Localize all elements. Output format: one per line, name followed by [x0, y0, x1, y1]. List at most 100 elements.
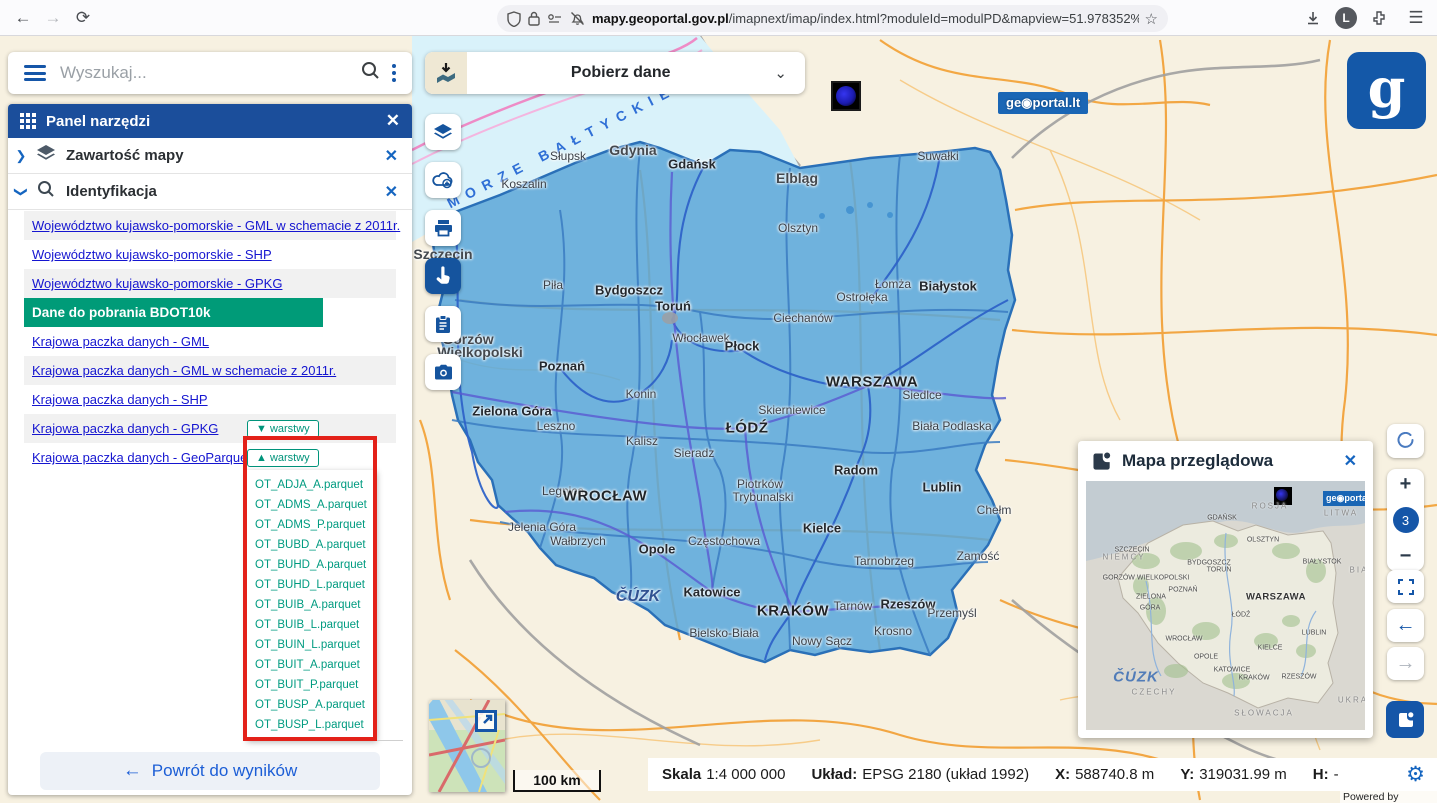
account-avatar[interactable]: L: [1335, 7, 1357, 29]
parquet-layer-item[interactable]: OT_BUIT_A.parquet: [255, 655, 377, 675]
chevron-down-icon[interactable]: ❯: [13, 179, 29, 205]
search-icon[interactable]: [361, 61, 380, 86]
status-bar: Skala1:4 000 000 Układ:EPSG 2180 (układ …: [648, 758, 1437, 791]
overview-city-label: WARSZAWA: [1246, 592, 1306, 603]
overview-country-label: ROSJA: [1252, 502, 1289, 511]
browser-menu-icon[interactable]: ☰: [1401, 8, 1431, 28]
print-button[interactable]: [425, 210, 461, 246]
result-link[interactable]: Województwo kujawsko-pomorskie - SHP: [32, 247, 272, 262]
lock-icon[interactable]: [528, 11, 540, 26]
crs-readout: Układ:EPSG 2180 (układ 1992): [811, 766, 1029, 783]
overview-city-label: GORZÓW WIELKOPOLSKI: [1103, 575, 1190, 582]
chevron-right-icon[interactable]: ❯: [8, 148, 34, 164]
parquet-layer-item[interactable]: OT_BUBD_A.parquet: [255, 535, 377, 555]
layers-toggle-button-collapsed[interactable]: ▼ warstwy: [247, 420, 319, 438]
more-options-icon[interactable]: [392, 64, 396, 82]
menu-hamburger-icon[interactable]: [24, 65, 46, 81]
result-link-row: Krajowa paczka danych - GML: [24, 327, 396, 356]
parquet-layer-item[interactable]: OT_BUHD_L.parquet: [255, 575, 377, 595]
result-link-row: Krajowa paczka danych - GeoParquet▲ wars…: [24, 443, 396, 472]
overview-city-label: ZIELONA: [1136, 594, 1166, 601]
tools-panel-close-icon[interactable]: ✕: [386, 111, 400, 131]
overview-city-label: WROCŁAW: [1165, 636, 1202, 643]
parquet-layer-item[interactable]: OT_BUIT_P.parquet: [255, 675, 377, 695]
parquet-layer-item[interactable]: OT_BUIB_L.parquet: [255, 615, 377, 635]
zoom-level-badge: 3: [1393, 507, 1419, 533]
section-map-content-close-icon[interactable]: ✕: [385, 146, 398, 166]
section-identification-close-icon[interactable]: ✕: [385, 182, 398, 202]
parquet-layer-item[interactable]: OT_ADMS_A.parquet: [255, 495, 377, 515]
download-chevron-down-icon: ⌄: [774, 64, 787, 82]
history-forward-button[interactable]: →: [1387, 647, 1424, 680]
shield-icon[interactable]: [507, 11, 521, 27]
result-link[interactable]: Województwo kujawsko-pomorskie - GPKG: [32, 276, 282, 291]
parquet-layer-item[interactable]: OT_BUIN_L.parquet: [255, 635, 377, 655]
parquet-layer-item[interactable]: OT_BUSP_A.parquet: [255, 695, 377, 715]
overview-minimap[interactable]: ge◉portal.lt GDAŃSKOLSZTYNSZCZECINBYDGOS…: [1086, 481, 1365, 730]
parquet-layers-dropdown: OT_ADJA_A.parquetOT_ADMS_A.parquetOT_ADM…: [247, 470, 377, 740]
notifications-blocked-icon[interactable]: [570, 11, 585, 26]
settings-gear-icon[interactable]: ⚙: [1406, 762, 1425, 787]
result-link[interactable]: Krajowa paczka danych - GPKG: [32, 421, 218, 436]
browser-toolbar: ← → ⟳ mapy.geoportal.gov.pl/imapnext/ima…: [0, 0, 1437, 36]
section-map-content[interactable]: ❯ Zawartość mapy ✕: [8, 138, 412, 174]
permissions-icon[interactable]: [547, 12, 563, 26]
add-cloud-data-button[interactable]: [425, 162, 461, 198]
result-link[interactable]: Krajowa paczka danych - GML w schemacie …: [32, 363, 336, 378]
extension-icon[interactable]: [1371, 10, 1387, 26]
fullscreen-button[interactable]: [1387, 570, 1424, 603]
download-map-icon: [425, 52, 467, 94]
identify-search-icon: [34, 180, 58, 203]
layers-toggle-button-expanded[interactable]: ▲ warstwy: [247, 449, 319, 467]
scale-readout: Skala1:4 000 000: [662, 766, 785, 783]
tools-panel-title: Panel narzędzi: [46, 113, 386, 130]
browser-reload-button[interactable]: ⟳: [68, 8, 98, 28]
zoom-in-button[interactable]: +: [1400, 475, 1412, 493]
parquet-layer-item[interactable]: OT_BUSP_L.parquet: [255, 715, 377, 735]
overview-city-label: ŁÓDŹ: [1232, 612, 1251, 619]
overview-city-label: BYDGOSZCZ: [1187, 560, 1231, 567]
y-coordinate-readout: Y:319031.99 m: [1180, 766, 1286, 783]
overview-map-toggle-button[interactable]: [1386, 701, 1424, 738]
search-input[interactable]: [60, 63, 355, 83]
clipboard-button[interactable]: [425, 306, 461, 342]
overview-city-label: POZNAŃ: [1168, 587, 1197, 594]
overview-map-close-icon[interactable]: ✕: [1344, 451, 1357, 471]
back-to-results-button[interactable]: ← Powrót do wyników: [40, 752, 380, 790]
layers-tool-button[interactable]: [425, 114, 461, 150]
result-link[interactable]: Krajowa paczka danych - GML: [32, 334, 209, 349]
parquet-layer-item[interactable]: OT_ADMS_P.parquet: [255, 515, 377, 535]
downloads-icon[interactable]: [1305, 10, 1321, 26]
overview-city-label: OLSZTYN: [1247, 537, 1279, 544]
zoom-out-button[interactable]: −: [1400, 547, 1412, 565]
parquet-layer-item[interactable]: OT_BUIB_A.parquet: [255, 595, 377, 615]
overview-map-panel: Mapa przeglądowa ✕ ge◉portal.lt GDAŃSK OL…: [1078, 441, 1373, 738]
browser-forward-button[interactable]: →: [38, 8, 68, 28]
result-link-row: Województwo kujawsko-pomorskie - SHP: [24, 240, 396, 269]
overview-geoportal-lt-watermark: ge◉portal.lt: [1323, 491, 1365, 506]
parquet-layer-item[interactable]: OT_BUHD_A.parquet: [255, 555, 377, 575]
url-bar[interactable]: mapy.geoportal.gov.pl/imapnext/imap/inde…: [497, 5, 1168, 32]
geoportal-logo-button[interactable]: g: [1347, 52, 1426, 129]
overview-map-header: Mapa przeglądowa ✕: [1078, 441, 1373, 481]
result-link[interactable]: Krajowa paczka danych - SHP: [32, 392, 208, 407]
identify-pointer-button[interactable]: [425, 258, 461, 294]
section-identification[interactable]: ❯ Identyfikacja ✕: [8, 174, 412, 210]
back-arrow-icon: ←: [123, 760, 142, 782]
browser-back-button[interactable]: ←: [8, 8, 38, 28]
open-external-icon[interactable]: [475, 710, 497, 732]
rotate-reset-button[interactable]: [1387, 424, 1424, 458]
bookmark-star-icon[interactable]: ☆: [1145, 10, 1158, 28]
overview-map-icon: [1090, 450, 1112, 472]
history-back-button[interactable]: ←: [1387, 609, 1424, 642]
download-data-dropdown[interactable]: Pobierz dane ⌄: [425, 52, 805, 94]
overview-city-label: GDAŃSK: [1207, 515, 1237, 522]
screenshot-camera-button[interactable]: [425, 354, 461, 390]
parquet-layer-item[interactable]: OT_ADJA_A.parquet: [255, 475, 377, 495]
result-link[interactable]: Krajowa paczka danych - GeoParquet: [32, 450, 251, 465]
result-link[interactable]: Województwo kujawsko-pomorskie - GML w s…: [32, 218, 400, 233]
overview-city-label: LUBLIN: [1302, 630, 1327, 637]
search-bar: [8, 52, 412, 94]
street-map-thumbnail[interactable]: [429, 700, 505, 792]
url-text[interactable]: mapy.geoportal.gov.pl/imapnext/imap/inde…: [592, 11, 1139, 26]
